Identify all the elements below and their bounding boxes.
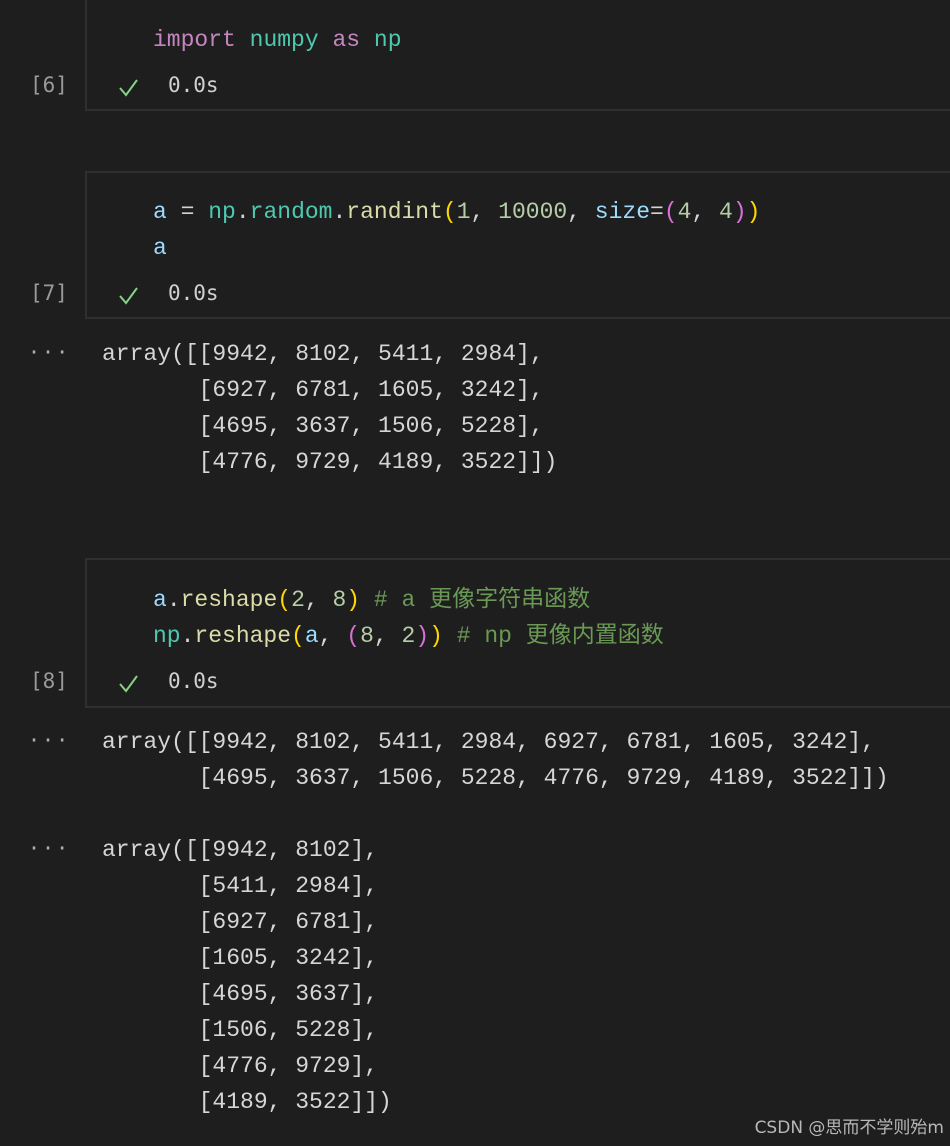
cell-7-execution-time: 0.0s: [168, 281, 219, 305]
code-token: as: [332, 27, 361, 53]
output-line: [1605, 3242],: [102, 945, 379, 971]
output-more-actions-icon[interactable]: ···: [28, 728, 70, 752]
code-token: =: [650, 199, 664, 225]
code-token: (: [346, 623, 361, 649]
code-token: reshape: [180, 587, 278, 613]
code-token: ,: [373, 623, 402, 649]
cell-7-execution-count: [7]: [30, 281, 68, 305]
cell-7-code[interactable]: a = np.random.randint(1, 10000, size=(4,…: [153, 194, 760, 266]
output-more-actions-icon[interactable]: ···: [28, 340, 70, 364]
cell-6-code[interactable]: import numpy as np: [153, 22, 402, 58]
code-token: ,: [691, 199, 720, 225]
output-more-actions-icon[interactable]: ···: [28, 836, 70, 860]
output-line: [1506, 5228],: [102, 1017, 379, 1043]
output-line: [4695, 3637, 1506, 5228],: [102, 413, 544, 439]
output-line: [4695, 3637, 1506, 5228, 4776, 9729, 418…: [102, 765, 889, 791]
code-token: =: [166, 199, 209, 225]
output-line: [4776, 9729, 4189, 3522]]): [102, 449, 558, 475]
code-token: 10000: [498, 199, 568, 225]
code-line: a.reshape(2, 8) # a 更像字符串函数: [153, 582, 664, 618]
code-token: ,: [470, 199, 499, 225]
code-token: ): [346, 587, 361, 613]
code-token: ,: [304, 587, 333, 613]
code-token: 8: [332, 587, 347, 613]
code-token: .: [166, 587, 181, 613]
code-token: (: [663, 199, 678, 225]
cell-8-output-1: array([[9942, 8102, 5411, 2984, 6927, 67…: [102, 724, 889, 796]
code-token: 1: [456, 199, 471, 225]
code-line: np.reshape(a, (8, 2)) # np 更像内置函数: [153, 618, 664, 654]
code-token: 8: [360, 623, 374, 649]
code-token: ): [415, 623, 430, 649]
code-token: randint: [346, 199, 443, 225]
check-icon: [119, 79, 138, 97]
cell-8-execution-time: 0.0s: [168, 669, 219, 693]
code-token: (: [277, 587, 292, 613]
output-line: [5411, 2984],: [102, 873, 379, 899]
code-token: ): [732, 199, 747, 225]
code-token: np: [373, 27, 402, 53]
code-token: ,: [567, 199, 595, 225]
output-line: [4695, 3637],: [102, 981, 379, 1007]
code-token: a: [153, 587, 167, 613]
code-token: a: [304, 623, 319, 649]
code-token: import: [153, 27, 236, 53]
code-token: 4: [677, 199, 692, 225]
code-token: np: [208, 199, 236, 225]
code-token: numpy: [249, 27, 319, 53]
watermark: CSDN @思而不学则殆m: [754, 1118, 944, 1138]
code-token: .: [180, 623, 195, 649]
cell-7-output: array([[9942, 8102, 5411, 2984], [6927, …: [102, 336, 557, 480]
code-line: a = np.random.randint(1, 10000, size=(4,…: [153, 194, 760, 230]
code-token: ): [746, 199, 761, 225]
cell-8-code[interactable]: a.reshape(2, 8) # a 更像字符串函数 np.reshape(a,…: [153, 582, 664, 654]
output-line: [6927, 6781, 1605, 3242],: [102, 377, 544, 403]
cell-6-execution-time: 0.0s: [168, 73, 219, 97]
code-token: reshape: [194, 623, 292, 649]
cell-8-execution-count: [8]: [30, 669, 68, 693]
output-line: array([[9942, 8102, 5411, 2984, 6927, 67…: [102, 729, 875, 755]
code-token: (: [291, 623, 305, 649]
code-token: ,: [318, 623, 347, 649]
code-token: np: [153, 623, 181, 649]
code-token: .: [235, 199, 250, 225]
check-icon: [119, 287, 138, 305]
output-line: [4189, 3522]]): [102, 1089, 392, 1115]
code-token: 2: [291, 587, 305, 613]
code-line: import numpy as np: [153, 22, 402, 58]
code-token: .: [332, 199, 347, 225]
output-line: array([[9942, 8102],: [102, 837, 379, 863]
cell-6-execution-count: [6]: [30, 73, 68, 97]
code-token: a: [153, 199, 167, 225]
code-token: random: [249, 199, 333, 225]
code-token: # np 更像内置函数: [442, 623, 664, 649]
check-icon: [119, 675, 138, 693]
code-token: 4: [719, 199, 733, 225]
code-token: 2: [401, 623, 416, 649]
code-token: # a 更像字符串函数: [360, 587, 591, 613]
code-line: a: [153, 230, 760, 266]
code-token: a: [153, 235, 167, 261]
output-line: array([[9942, 8102, 5411, 2984],: [102, 341, 544, 367]
code-token: size: [594, 199, 650, 225]
output-line: [4776, 9729],: [102, 1053, 379, 1079]
code-token: (: [442, 199, 457, 225]
cell-8-output-2: array([[9942, 8102], [5411, 2984], [6927…: [102, 832, 392, 1120]
code-token: ): [429, 623, 443, 649]
output-line: [6927, 6781],: [102, 909, 379, 935]
